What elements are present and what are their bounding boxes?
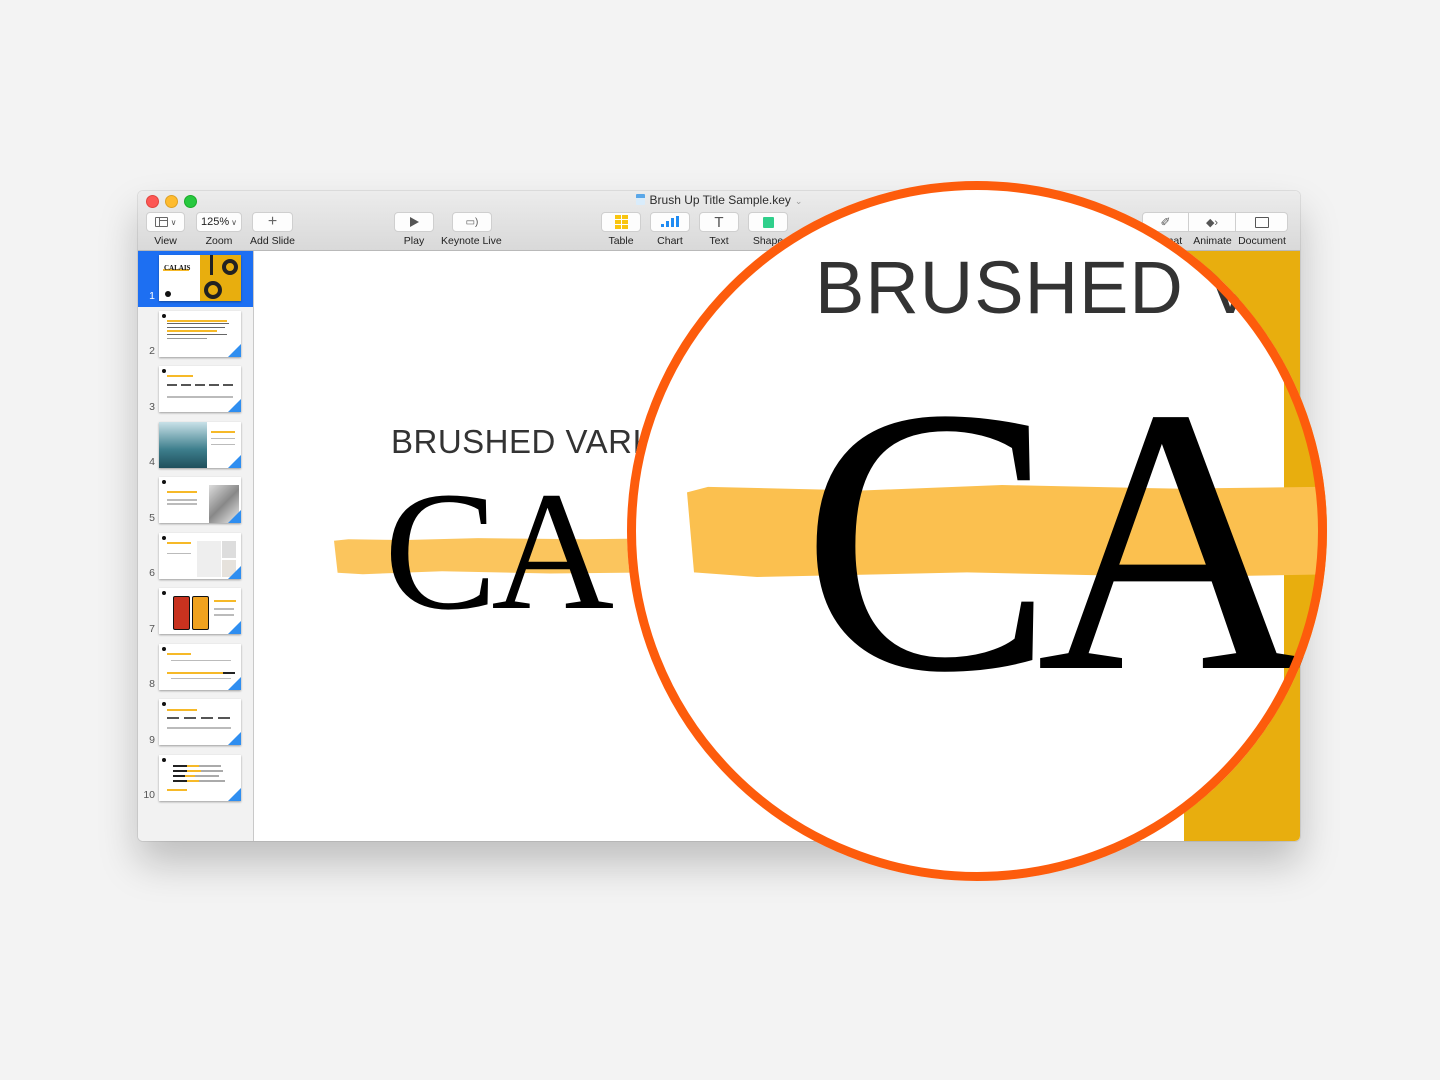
slide-thumbnail-3[interactable]: 3	[138, 362, 253, 418]
square-shape-icon	[762, 216, 774, 228]
keynote-live-control: ▭) Keynote Live	[441, 212, 502, 247]
view-control: ∨ View	[146, 212, 185, 247]
slide-number: 9	[149, 733, 155, 746]
chart-button[interactable]	[650, 212, 690, 232]
chevron-down-icon: ∨	[231, 217, 237, 227]
play-control: Play	[394, 212, 434, 247]
slide-preview	[159, 643, 241, 690]
keynote-live-button[interactable]: ▭)	[452, 212, 492, 232]
paintbrush-icon: ✐	[1160, 215, 1171, 229]
keynote-live-label: Keynote Live	[441, 235, 502, 247]
slide-number: 1	[149, 289, 155, 302]
slide-thumbnail-10[interactable]: 10	[138, 751, 253, 807]
laptop-broadcast-icon: ▭)	[465, 216, 479, 228]
table-control: Table	[601, 212, 641, 247]
slide-preview	[159, 588, 241, 634]
slide-number: 8	[149, 678, 155, 690]
slide-preview	[159, 477, 241, 523]
slide-preview	[159, 421, 241, 468]
slide-thumbnail-7[interactable]: 7	[138, 584, 253, 640]
slide-number: 4	[149, 456, 155, 468]
bar-chart-icon	[661, 216, 679, 227]
document-window-icon	[1254, 216, 1269, 228]
slide-preview	[159, 532, 241, 579]
slide-thumbnail-9[interactable]: 9	[138, 695, 253, 751]
slide-number: 7	[149, 622, 155, 635]
slide-thumb-title: CALAIS	[164, 264, 191, 272]
chevron-down-icon: ∨	[170, 217, 177, 227]
slide-navigator: 1 CALAIS 2 3 4 5 6 7 8 9 10	[138, 251, 254, 841]
play-button[interactable]	[394, 212, 434, 232]
document-button[interactable]	[1236, 212, 1288, 232]
slide-preview	[159, 310, 241, 357]
play-label: Play	[403, 235, 425, 247]
text-button[interactable]: T	[699, 212, 739, 232]
document-title-text: Brush Up Title Sample.key	[649, 193, 791, 207]
table-button[interactable]	[601, 212, 641, 232]
slide-number: 10	[143, 789, 155, 801]
slide-preview	[159, 754, 241, 801]
chart-control: Chart	[650, 212, 690, 247]
magnifier-loupe: BRUSHED V CA	[627, 181, 1327, 881]
slide-photo	[200, 255, 241, 301]
shape-button[interactable]	[748, 212, 788, 232]
slide-thumbnail-8[interactable]: 8	[138, 640, 253, 696]
table-label: Table	[608, 235, 634, 247]
plus-icon: +	[267, 213, 278, 230]
text-control: T Text	[699, 212, 739, 247]
slide-number: 6	[149, 567, 155, 579]
zoom-label: Zoom	[205, 235, 233, 247]
view-label: View	[154, 235, 177, 247]
zoom-value: 125%	[201, 216, 230, 228]
slide-thumbnail-2[interactable]: 2	[138, 307, 253, 363]
slide-subtitle[interactable]: BRUSHED VARI	[391, 423, 642, 461]
slide-thumbnail-5[interactable]: 5	[138, 473, 253, 529]
table-icon	[614, 215, 628, 229]
zoom-control: 125% ∨ Zoom	[196, 212, 242, 247]
slide-thumbnail-4[interactable]: 4	[138, 418, 253, 474]
text-label: Text	[709, 235, 729, 247]
zoom-select[interactable]: 125% ∨	[196, 212, 242, 232]
slide-preview: CALAIS	[159, 255, 241, 301]
slide-number: 5	[149, 511, 155, 524]
chart-label: Chart	[657, 235, 683, 247]
keynote-document-icon	[635, 194, 645, 205]
slide-thumbnail-6[interactable]: 6	[138, 529, 253, 585]
text-t-icon: T	[714, 213, 724, 231]
chevron-down-icon: ⌄	[794, 196, 803, 206]
slide-thumbnail-1[interactable]: 1 CALAIS	[138, 251, 253, 307]
slide-number: 2	[149, 345, 155, 357]
document-title[interactable]: Brush Up Title Sample.key ⌄	[138, 192, 1300, 209]
slide-number: 3	[149, 400, 155, 413]
animate-button[interactable]: ◆›	[1189, 212, 1236, 232]
slide-title[interactable]: CA	[384, 466, 614, 636]
slide-preview	[159, 366, 241, 412]
magnified-title: CA	[801, 330, 1311, 751]
slide-preview	[159, 699, 241, 745]
animate-diamond-icon: ◆›	[1205, 216, 1219, 229]
view-button[interactable]: ∨	[146, 212, 185, 232]
add-slide-button[interactable]: +	[252, 212, 293, 232]
add-slide-label: Add Slide	[250, 235, 295, 247]
sidebar-layout-icon	[154, 217, 168, 227]
magnified-subtitle: BRUSHED V	[815, 246, 1256, 329]
play-icon	[409, 217, 419, 227]
add-slide-control: + Add Slide	[250, 212, 295, 247]
